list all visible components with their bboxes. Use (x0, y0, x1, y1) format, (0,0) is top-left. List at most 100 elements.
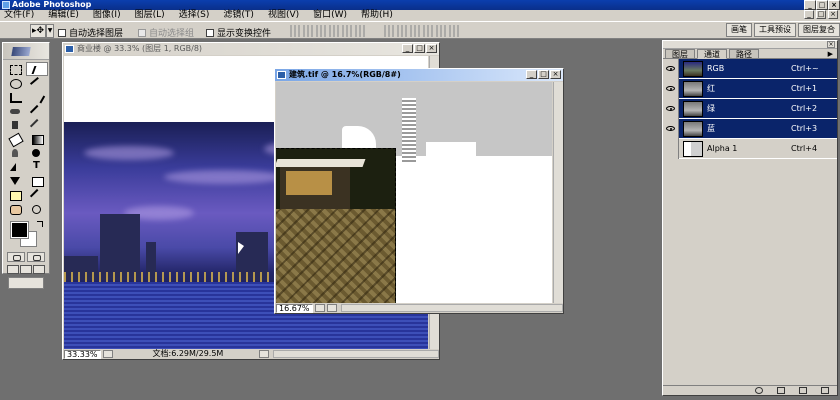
menu-edit[interactable]: 编辑(E) (48, 10, 79, 21)
canvas-architecture[interactable] (276, 82, 552, 304)
hand-tool-icon[interactable] (4, 202, 26, 216)
gradient-tool-icon[interactable] (26, 132, 48, 146)
channel-row-blue[interactable]: 蓝 Ctrl+3 (663, 118, 837, 139)
blur-tool-icon[interactable] (4, 146, 26, 160)
magic-wand-tool-icon[interactable] (26, 76, 48, 90)
marquee-tool-icon[interactable] (4, 62, 26, 76)
menu-window[interactable]: 窗口(W) (313, 10, 347, 21)
doc-close-button[interactable]: × (828, 10, 838, 19)
move-tool-icon[interactable] (26, 62, 48, 76)
doc-minimize-button[interactable]: _ (804, 10, 814, 19)
horizontal-scrollbar[interactable] (273, 350, 439, 358)
notes-tool-icon[interactable] (4, 188, 26, 202)
quick-mask-mode-icon[interactable] (27, 252, 45, 262)
menu-select[interactable]: 选择(S) (179, 10, 210, 21)
menu-help[interactable]: 帮助(H) (361, 10, 393, 21)
lasso-tool-icon[interactable] (4, 76, 26, 90)
channel-row-rgb[interactable]: RGB Ctrl+~ (663, 58, 837, 79)
doc-title-bar[interactable]: 建筑.tif @ 16.7%(RGB/8#) _ □ × (275, 69, 563, 81)
brushes-tab[interactable]: 画笔 (726, 23, 752, 37)
auto-select-layer-checkbox[interactable]: 自动选择图层 (58, 26, 123, 39)
jump-to-imageready-icon[interactable] (8, 277, 44, 289)
menu-layer[interactable]: 图层(L) (135, 10, 165, 21)
menu-view[interactable]: 视图(V) (268, 10, 299, 21)
tab-paths[interactable]: 路径 (729, 49, 759, 59)
dodge-tool-icon[interactable] (26, 146, 48, 160)
healing-brush-icon[interactable] (4, 104, 26, 118)
doc-title-bar[interactable]: 商业楼 @ 33.3% (图层 1, RGB/8) _ □ × (63, 43, 439, 55)
doc-maximize-button[interactable]: □ (538, 70, 549, 79)
menu-file[interactable]: 文件(F) (4, 10, 34, 21)
maximize-button[interactable]: □ (816, 0, 828, 10)
save-selection-icon[interactable] (777, 387, 785, 394)
doc-minimize-button[interactable]: _ (402, 44, 413, 53)
status-menu-arrow-icon[interactable] (259, 350, 270, 358)
vertical-scrollbar[interactable] (553, 82, 563, 304)
new-channel-icon[interactable] (799, 387, 807, 394)
standard-mode-icon[interactable] (7, 252, 25, 262)
crop-tool-icon[interactable] (4, 90, 26, 104)
toolbox-header (3, 43, 49, 60)
full-screen-icon[interactable] (33, 265, 45, 274)
channel-thumbnail (683, 80, 703, 97)
panel-close-icon[interactable]: × (827, 41, 835, 48)
app-title-bar: Adobe Photoshop _ □ × (0, 0, 840, 10)
status-options-icon[interactable] (102, 350, 113, 358)
foreground-color-swatch[interactable] (10, 221, 29, 239)
tool-presets-tab[interactable]: 工具预设 (754, 23, 796, 37)
pen-tool-icon[interactable] (4, 174, 26, 188)
status-bar: 33.33% 文档:6.29M/29.5M (63, 349, 439, 359)
panel-grip[interactable]: × (663, 41, 837, 49)
delete-channel-icon[interactable] (821, 387, 829, 394)
checkbox-box[interactable] (58, 28, 66, 37)
standard-screen-icon[interactable] (7, 265, 19, 274)
doc-maximize-button[interactable]: □ (414, 44, 425, 53)
status-options-icon[interactable] (314, 304, 325, 312)
eyedropper-tool-icon[interactable] (26, 188, 48, 202)
preset-dropdown-icon[interactable]: ▼ (46, 24, 54, 38)
menu-image[interactable]: 图像(I) (93, 10, 121, 21)
swap-colors-icon[interactable] (37, 221, 43, 227)
full-screen-menu-icon[interactable] (20, 265, 32, 274)
type-tool-icon[interactable] (26, 160, 48, 174)
eraser-tool-icon[interactable] (4, 132, 26, 146)
visibility-toggle[interactable] (663, 78, 679, 99)
panel-menu-icon[interactable]: ▶ (828, 50, 833, 58)
doc-restore-button[interactable]: □ (816, 10, 826, 19)
visibility-toggle[interactable] (663, 98, 679, 119)
layer-comps-tab[interactable]: 图层复合 (798, 23, 840, 37)
distribute-buttons (384, 25, 462, 37)
doc-close-button[interactable]: × (550, 70, 561, 79)
channel-row-red[interactable]: 红 Ctrl+1 (663, 78, 837, 99)
channel-row-green[interactable]: 绿 Ctrl+2 (663, 98, 837, 119)
brush-tool-icon[interactable] (26, 104, 48, 118)
visibility-toggle[interactable] (663, 118, 679, 139)
channel-thumbnail (683, 100, 703, 117)
rectangle-tool-icon[interactable] (26, 174, 48, 188)
channel-shortcut: Ctrl+2 (791, 104, 818, 113)
menu-filter[interactable]: 滤镜(T) (223, 10, 254, 21)
zoom-field[interactable]: 33.33% (64, 349, 101, 359)
load-selection-icon[interactable] (755, 387, 763, 394)
show-transform-controls-checkbox[interactable]: 显示变换控件 (206, 26, 271, 39)
doc-close-button[interactable]: × (426, 44, 437, 53)
visibility-toggle[interactable] (663, 138, 679, 159)
slice-tool-icon[interactable] (26, 90, 48, 104)
status-menu-arrow-icon[interactable] (326, 304, 337, 312)
minimize-button[interactable]: _ (804, 0, 816, 10)
zoom-tool-icon[interactable] (26, 202, 48, 216)
clone-stamp-icon[interactable] (4, 118, 26, 132)
photoshop-icon (2, 1, 10, 9)
close-button[interactable]: × (828, 0, 840, 10)
tab-channels[interactable]: 通道 (697, 49, 727, 59)
history-brush-icon[interactable] (26, 118, 48, 132)
zoom-field[interactable]: 16.67% (276, 303, 313, 313)
path-selection-icon[interactable] (4, 160, 26, 174)
checkbox-box[interactable] (206, 28, 214, 37)
doc-minimize-button[interactable]: _ (526, 70, 537, 79)
channel-row-alpha[interactable]: Alpha 1 Ctrl+4 (663, 138, 837, 159)
horizontal-scrollbar[interactable] (340, 304, 563, 312)
move-tool-preset-icon[interactable]: ▸✥ (30, 24, 46, 38)
tab-layers[interactable]: 图层 (665, 49, 695, 59)
visibility-toggle[interactable] (663, 58, 679, 79)
